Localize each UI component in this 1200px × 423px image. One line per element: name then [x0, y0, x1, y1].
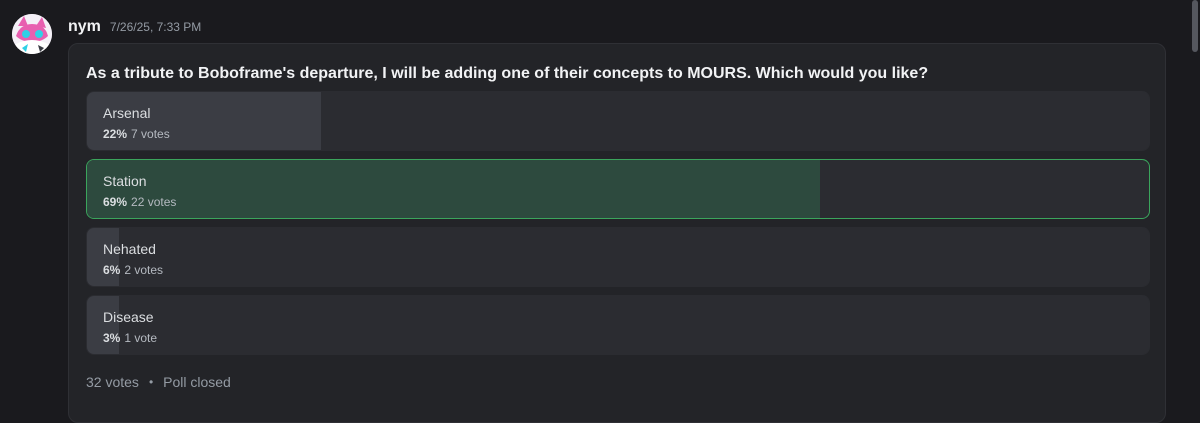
poll-question: As a tribute to Boboframe's departure, I…	[86, 65, 929, 82]
poll-answer-arsenal[interactable]: Arsenal 22% 7 votes	[86, 91, 1150, 151]
scrollbar[interactable]	[1192, 0, 1198, 52]
timestamp[interactable]: 7/26/25, 7:33 PM	[110, 20, 201, 34]
answer-percent: 6%	[103, 263, 121, 277]
answer-stats: 22% 7 votes	[103, 127, 170, 141]
answer-votes: 7 votes	[131, 127, 170, 141]
answer-text: Nehated 6% 2 votes	[103, 241, 163, 277]
separator-dot: •	[148, 375, 154, 389]
avatar-icon	[12, 14, 52, 54]
avatar[interactable]	[12, 14, 52, 54]
poll-status: Poll closed	[163, 374, 231, 390]
answer-stats: 6% 2 votes	[103, 263, 163, 277]
answer-percent: 22%	[103, 127, 128, 141]
answer-fill	[87, 160, 820, 218]
answer-text: Arsenal 22% 7 votes	[103, 105, 170, 141]
answer-stats: 69% 22 votes	[103, 195, 176, 209]
answer-votes: 1 vote	[124, 331, 158, 345]
username[interactable]: nym	[68, 18, 101, 36]
total-votes[interactable]: 32 votes	[86, 374, 139, 390]
answer-stats: 3% 1 vote	[103, 331, 157, 345]
answer-text: Station 69% 22 votes	[103, 173, 176, 209]
poll-answer-nehated[interactable]: Nehated 6% 2 votes	[86, 227, 1150, 287]
answer-percent: 3%	[103, 331, 121, 345]
poll-answer-disease[interactable]: Disease 3% 1 vote	[86, 295, 1150, 355]
answer-votes: 2 votes	[124, 263, 164, 277]
answer-label: Disease	[103, 309, 154, 325]
answer-label: Arsenal	[103, 105, 151, 121]
poll-answer-station[interactable]: Station 69% 22 votes	[86, 159, 1150, 219]
answer-percent: 69%	[103, 195, 128, 209]
poll-answers: Arsenal 22% 7 votes Station 69% 22 votes N…	[86, 91, 1150, 363]
answer-label: Station	[103, 173, 147, 189]
answer-votes: 22 votes	[131, 195, 177, 209]
answer-label: Nehated	[103, 241, 156, 257]
poll-footer: 32 votes • Poll closed	[86, 374, 231, 390]
message-header: nym 7/26/25, 7:33 PM	[68, 18, 201, 36]
poll-card: As a tribute to Boboframe's departure, I…	[68, 43, 1166, 423]
answer-text: Disease 3% 1 vote	[103, 309, 157, 345]
